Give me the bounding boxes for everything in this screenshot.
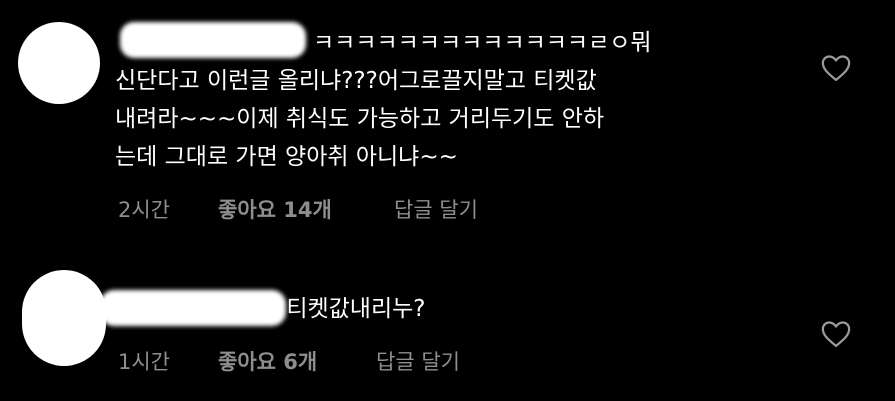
comment-item: ㅋㅋㅋㅋㅋㅋㅋㅋㅋㅋㅋㅋㅋㄹㅇ뭐 신단다고 이런글 올리냐???어그로끌지말고 … — [0, 0, 895, 240]
avatar[interactable] — [18, 22, 100, 104]
reply-button[interactable]: 답글 달기 — [394, 194, 478, 224]
comment-meta: 1시간 좋아요 6개 답글 달기 — [118, 346, 460, 376]
comment-item: t 티켓값내리누? 1시간 좋아요 6개 답글 달기 — [0, 250, 895, 401]
comment-text: ㅋㅋㅋㅋㅋㅋㅋㅋㅋㅋㅋㅋㅋㄹㅇ뭐 신단다고 이런글 올리냐???어그로끌지말고 … — [115, 30, 652, 170]
reply-button[interactable]: 답글 달기 — [376, 346, 460, 376]
comment-time: 1시간 — [118, 350, 171, 374]
heart-icon[interactable] — [821, 320, 851, 348]
comment-text: t 티켓값내리누? — [270, 296, 426, 322]
likes-count[interactable]: 좋아요 6개 — [218, 346, 376, 376]
avatar[interactable] — [22, 270, 106, 366]
likes-count[interactable]: 좋아요 14개 — [218, 194, 394, 224]
comment-time: 2시간 — [118, 198, 171, 222]
comment-meta: 2시간 좋아요 14개 답글 달기 — [118, 194, 478, 224]
redacted-username — [100, 290, 286, 326]
heart-icon[interactable] — [821, 54, 851, 82]
